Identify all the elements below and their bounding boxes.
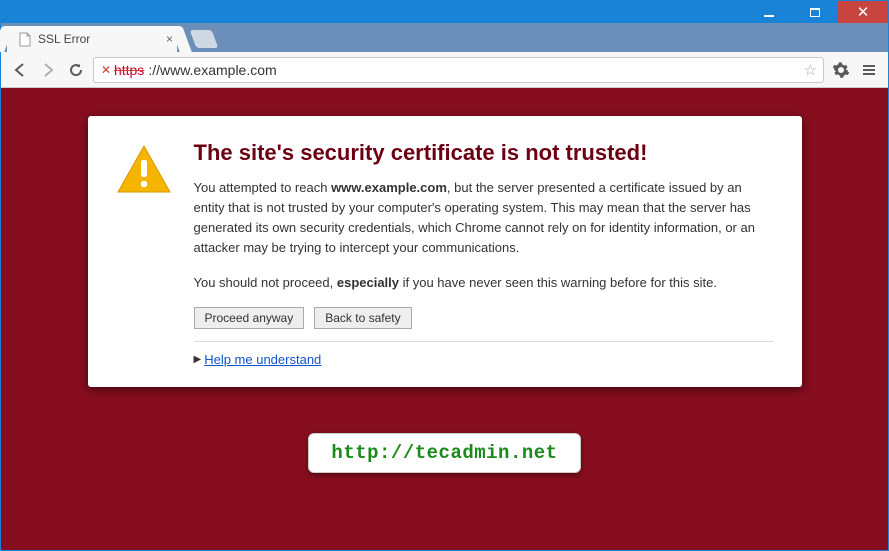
expand-triangle-icon[interactable]: ▶: [194, 354, 202, 365]
page-content: The site's security certificate is not t…: [1, 88, 888, 550]
help-me-understand-link[interactable]: Help me understand: [204, 352, 321, 367]
warning-paragraph-2: You should not proceed, especially if yo…: [194, 273, 774, 293]
help-row: ▶ Help me understand: [194, 352, 774, 367]
forward-button[interactable]: [37, 59, 59, 81]
divider: [194, 341, 774, 342]
settings-gear-icon[interactable]: [830, 59, 852, 81]
back-to-safety-button[interactable]: Back to safety: [314, 307, 411, 329]
ssl-warning-card: The site's security certificate is not t…: [88, 116, 802, 387]
bookmark-star-icon[interactable]: ☆: [804, 61, 817, 79]
window-titlebar: ✕: [1, 1, 888, 23]
warning-heading: The site's security certificate is not t…: [194, 140, 774, 166]
warning-body: The site's security certificate is not t…: [194, 140, 774, 367]
menu-icon[interactable]: [858, 59, 880, 81]
warning-triangle-icon: [116, 144, 172, 367]
insecure-x-icon: ✕: [101, 63, 111, 77]
browser-tab[interactable]: SSL Error ×: [7, 26, 177, 52]
address-bar[interactable]: ✕ https ://www.example.com ☆: [93, 57, 824, 83]
window-maximize-button[interactable]: [792, 1, 838, 23]
watermark-badge: http://tecadmin.net: [308, 433, 580, 473]
warning-paragraph-1: You attempted to reach www.example.com, …: [194, 178, 774, 259]
browser-toolbar: ✕ https ://www.example.com ☆: [1, 52, 888, 88]
url-scheme: ✕ https: [100, 62, 144, 78]
reload-button[interactable]: [65, 59, 87, 81]
new-tab-button[interactable]: [190, 30, 219, 48]
window-close-button[interactable]: ✕: [838, 1, 888, 23]
tab-title: SSL Error: [38, 32, 90, 46]
proceed-anyway-button[interactable]: Proceed anyway: [194, 307, 305, 329]
button-row: Proceed anyway Back to safety: [194, 307, 774, 329]
browser-window: ✕ SSL Error × ✕ https ://www.example.com…: [0, 0, 889, 551]
tab-close-icon[interactable]: ×: [166, 32, 173, 46]
window-minimize-button[interactable]: [746, 1, 792, 23]
tab-strip: SSL Error ×: [1, 23, 888, 52]
url-text: ://www.example.com: [148, 62, 276, 78]
back-button[interactable]: [9, 59, 31, 81]
page-icon: [17, 32, 31, 46]
